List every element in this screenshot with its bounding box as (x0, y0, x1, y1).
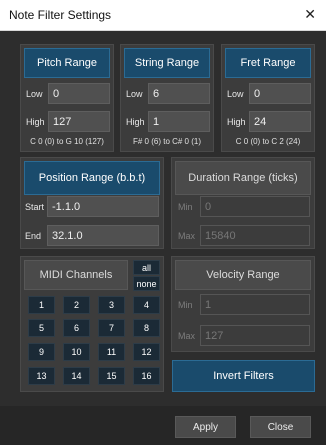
string-low-field[interactable]: 6 (148, 83, 210, 104)
velocity-range-header[interactable]: Velocity Range (175, 260, 311, 290)
velocity-max-field: 127 (200, 325, 310, 346)
position-end-field[interactable]: 32.1.0 (47, 225, 159, 246)
close-icon[interactable]: ✕ (304, 6, 316, 23)
midi-channel-5-button[interactable]: 5 (28, 319, 55, 337)
midi-channel-11-button[interactable]: 11 (98, 343, 125, 361)
apply-button[interactable]: Apply (175, 416, 236, 438)
fret-high-field[interactable]: 24 (249, 111, 311, 132)
fret-high-label: High (227, 117, 246, 127)
velocity-min-field: 1 (200, 294, 310, 315)
midi-channel-13-button[interactable]: 13 (28, 367, 55, 385)
fret-range-panel: Fret Range Low 0 High 24 C 0 (0) to C 2 … (221, 44, 315, 152)
midi-channel-3-button[interactable]: 3 (98, 296, 125, 314)
midi-channel-4-button[interactable]: 4 (133, 296, 160, 314)
midi-channel-15-button[interactable]: 15 (98, 367, 125, 385)
pitch-range-panel: Pitch Range Low 0 High 127 C 0 (0) to G … (20, 44, 114, 152)
pitch-range-header: Pitch Range (24, 48, 110, 78)
midi-channel-1-button[interactable]: 1 (28, 296, 55, 314)
duration-max-field: 15840 (200, 225, 310, 246)
midi-channel-12-button[interactable]: 12 (133, 343, 160, 361)
fret-low-field[interactable]: 0 (249, 83, 311, 104)
midi-channel-14-button[interactable]: 14 (63, 367, 90, 385)
position-end-label: End (25, 231, 42, 241)
string-range-note: F# 0 (6) to C# 0 (1) (132, 137, 202, 146)
midi-all-button[interactable]: all (133, 260, 160, 275)
midi-channel-7-button[interactable]: 7 (98, 319, 125, 337)
string-low-label: Low (126, 89, 143, 99)
position-start-field[interactable]: -1.1.0 (47, 196, 159, 217)
position-start-label: Start (25, 202, 45, 212)
midi-channels-panel: MIDI Channels all none 1 2 3 4 5 6 7 8 9… (20, 256, 164, 392)
midi-none-button[interactable]: none (133, 276, 160, 291)
midi-channel-10-button[interactable]: 10 (63, 343, 90, 361)
pitch-high-field[interactable]: 127 (48, 111, 110, 132)
pitch-range-note: C 0 (0) to G 10 (127) (30, 137, 104, 146)
velocity-min-label: Min (178, 300, 193, 310)
midi-channel-9-button[interactable]: 9 (28, 343, 55, 361)
midi-channel-16-button[interactable]: 16 (133, 367, 160, 385)
string-range-panel: String Range Low 6 High 1 F# 0 (6) to C#… (120, 44, 214, 152)
title-bar: Note Filter Settings ✕ (0, 0, 326, 31)
pitch-low-field[interactable]: 0 (48, 83, 110, 104)
string-high-label: High (126, 117, 145, 127)
duration-range-panel: Duration Range (ticks) Min 0 Max 15840 (171, 157, 315, 249)
midi-channel-6-button[interactable]: 6 (63, 319, 90, 337)
position-range-panel: Position Range (b.b.t) Start -1.1.0 End … (20, 157, 164, 249)
fret-range-note: C 0 (0) to C 2 (24) (235, 137, 301, 146)
string-range-header: String Range (124, 48, 210, 78)
duration-min-field: 0 (200, 196, 310, 217)
fret-range-header: Fret Range (225, 48, 311, 78)
pitch-high-label: High (26, 117, 45, 127)
duration-max-label: Max (178, 231, 196, 241)
velocity-range-panel: Velocity Range Min 1 Max 127 (171, 256, 315, 352)
duration-range-header[interactable]: Duration Range (ticks) (175, 161, 311, 195)
midi-channels-header[interactable]: MIDI Channels (24, 260, 128, 290)
midi-channel-8-button[interactable]: 8 (133, 319, 160, 337)
pitch-low-label: Low (26, 89, 43, 99)
position-range-header: Position Range (b.b.t) (24, 161, 160, 195)
close-button[interactable]: Close (250, 416, 311, 438)
window-title: Note Filter Settings (9, 8, 112, 22)
fret-low-label: Low (227, 89, 244, 99)
string-high-field[interactable]: 1 (148, 111, 210, 132)
invert-filters-button[interactable]: Invert Filters (172, 360, 315, 392)
velocity-max-label: Max (178, 331, 196, 341)
duration-min-label: Min (178, 202, 193, 212)
midi-channel-2-button[interactable]: 2 (63, 296, 90, 314)
